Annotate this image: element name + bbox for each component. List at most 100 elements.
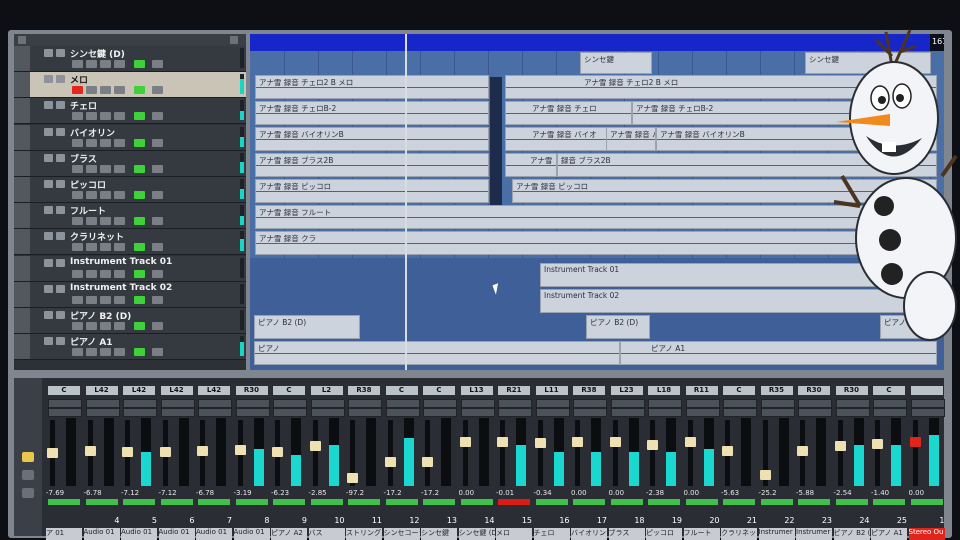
track-record-button[interactable] (72, 217, 83, 226)
track-write-button[interactable] (152, 269, 163, 278)
clip[interactable]: ピアノ (254, 341, 620, 365)
track-mute-button[interactable] (44, 75, 53, 84)
track-lock-button[interactable] (114, 60, 125, 68)
search-icon[interactable] (230, 36, 238, 44)
track-solo-button[interactable] (56, 337, 65, 346)
track-read-button[interactable] (134, 269, 145, 278)
track-expand-handle[interactable] (14, 177, 30, 202)
mute-solo-buttons[interactable] (648, 499, 680, 505)
track-read-button[interactable] (134, 60, 145, 68)
send-slot[interactable] (310, 408, 345, 417)
volume-value[interactable]: 0.00 (571, 489, 607, 497)
track-header[interactable]: Instrument Track 02 (14, 281, 246, 308)
track-monitor-button[interactable] (86, 295, 97, 304)
track-edit-button[interactable] (100, 164, 111, 173)
track-read-button[interactable] (134, 164, 145, 173)
mute-solo-buttons[interactable] (610, 499, 643, 505)
pan-control[interactable]: R21 (498, 386, 530, 395)
volume-fader-handle[interactable] (459, 437, 471, 448)
volume-value[interactable]: -5.88 (796, 489, 832, 497)
mute-solo-buttons[interactable] (573, 499, 605, 505)
insert-slot[interactable] (460, 399, 495, 408)
send-slot[interactable] (123, 408, 157, 417)
track-read-button[interactable] (134, 191, 145, 199)
track-expand-handle[interactable] (14, 72, 30, 98)
pan-control[interactable]: C (48, 386, 80, 395)
volume-fader-handle[interactable] (572, 437, 583, 448)
track-header[interactable]: クラリネット (14, 229, 246, 256)
send-slot[interactable] (573, 408, 607, 417)
mute-solo-buttons[interactable] (423, 499, 455, 505)
send-slot[interactable] (723, 408, 757, 417)
volume-fader-handle[interactable] (609, 437, 621, 448)
volume-value[interactable]: -6.78 (196, 489, 232, 497)
insert-slot[interactable] (385, 399, 420, 408)
track-monitor-button[interactable] (86, 217, 97, 226)
track-edit-button[interactable] (100, 138, 111, 147)
track-record-button[interactable] (72, 112, 83, 121)
send-slot[interactable] (873, 408, 907, 417)
track-header[interactable]: メロ (14, 72, 246, 99)
track-solo-button[interactable] (56, 153, 65, 162)
track-write-button[interactable] (152, 60, 163, 68)
channel-name[interactable]: クラリネット (721, 528, 757, 540)
track-solo-button[interactable] (56, 311, 65, 319)
mute-solo-buttons[interactable] (798, 499, 830, 505)
send-slot[interactable] (498, 408, 532, 417)
track-lock-button[interactable] (114, 112, 125, 121)
track-lock-button[interactable] (114, 138, 125, 147)
track-expand-handle[interactable] (14, 281, 30, 307)
clip[interactable]: アナ雪 録音 ピッコロ (255, 179, 489, 203)
pan-control[interactable]: R11 (685, 386, 718, 395)
insert-slot[interactable] (835, 399, 870, 408)
track-monitor-button[interactable] (86, 60, 97, 68)
mute-solo-buttons[interactable] (198, 499, 230, 505)
pan-control[interactable] (910, 386, 943, 395)
volume-fader-handle[interactable] (534, 437, 546, 448)
volume-fader-handle[interactable] (309, 441, 321, 452)
track-header[interactable]: Instrument Track 01 (14, 255, 246, 282)
mixer-setting-icon[interactable] (22, 470, 34, 480)
volume-value[interactable]: -2.85 (309, 489, 345, 497)
send-slot[interactable] (535, 408, 570, 417)
send-slot[interactable] (48, 408, 82, 417)
volume-fader-handle[interactable] (872, 438, 883, 449)
volume-fader-handle[interactable] (497, 437, 508, 448)
clip[interactable]: アナ雪 録音 チェロ2 B メロ (255, 75, 489, 99)
send-slot[interactable] (760, 408, 795, 417)
track-mute-button[interactable] (44, 232, 53, 241)
track-lock-button[interactable] (114, 348, 125, 357)
volume-value[interactable]: -25.2 (759, 489, 795, 497)
track-solo-button[interactable] (56, 101, 65, 110)
track-record-button[interactable] (72, 138, 83, 147)
volume-fader-handle[interactable] (909, 437, 921, 448)
channel-name[interactable]: ア 01 (46, 528, 82, 540)
channel-name[interactable]: シンセコーラ (383, 528, 420, 540)
pan-control[interactable]: C (273, 386, 305, 395)
send-slot[interactable] (798, 408, 832, 417)
track-mute-button[interactable] (44, 258, 53, 267)
channel-name[interactable]: バイオリン (571, 528, 607, 540)
track-write-button[interactable] (152, 138, 163, 147)
track-mute-button[interactable] (44, 180, 53, 188)
channel-name[interactable]: チェロ (533, 528, 570, 540)
mute-solo-buttons[interactable] (835, 499, 868, 505)
pan-control[interactable]: R38 (348, 386, 380, 395)
send-slot[interactable] (685, 408, 720, 417)
track-monitor-button[interactable] (86, 138, 97, 147)
clip[interactable]: アナ雪 録音 バイオリンB (255, 127, 489, 151)
track-header[interactable]: ピッコロ (14, 177, 246, 203)
track-monitor-button[interactable] (86, 112, 97, 121)
track-write-button[interactable] (152, 243, 163, 252)
channel-name[interactable]: Audio 01 (158, 528, 195, 540)
mixer-toggle-icon[interactable] (22, 452, 34, 462)
insert-slot[interactable] (685, 399, 720, 408)
volume-fader-handle[interactable] (647, 440, 658, 451)
mute-solo-buttons[interactable] (385, 499, 418, 505)
track-read-button[interactable] (134, 322, 145, 330)
track-lock-button[interactable] (114, 191, 125, 199)
volume-fader-handle[interactable] (759, 469, 771, 480)
track-write-button[interactable] (152, 295, 163, 304)
track-write-button[interactable] (152, 322, 163, 330)
track-expand-handle[interactable] (14, 150, 30, 176)
